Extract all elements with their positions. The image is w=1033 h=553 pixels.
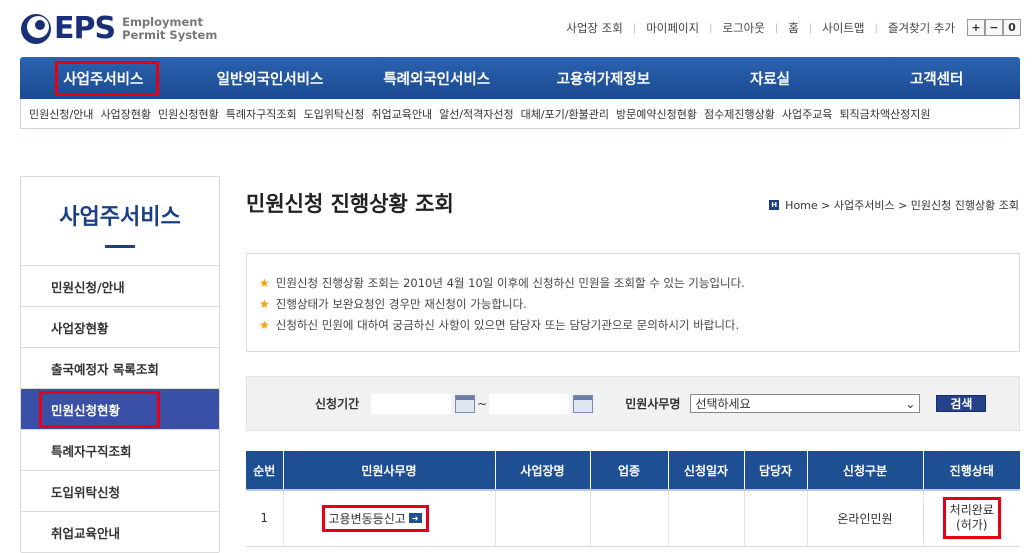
end-date-input[interactable] — [489, 393, 570, 414]
side-item-entrust-request[interactable]: 도입위탁신청 — [21, 471, 219, 512]
logo-subtitle: Employment Permit System — [122, 15, 218, 42]
subnav-item[interactable]: 사업장현황 — [100, 106, 151, 122]
star-icon: ★ — [259, 296, 270, 311]
logo-text: EPS — [54, 11, 116, 46]
zoom-in-button[interactable]: + — [967, 19, 985, 36]
table-row: 1 고용변동등신고 ➜ 온라인민원 처리완료 (허가) — [246, 490, 1020, 547]
notice-text: 민원신청 진행상황 조회는 2010년 4월 10일 이후에 신청하신 민원을 … — [275, 275, 745, 290]
col-type: 신청구분 — [807, 451, 924, 491]
search-button[interactable]: 검색 — [936, 395, 987, 412]
side-menu-title: 사업주서비스 — [21, 177, 219, 266]
highlight-box — [55, 61, 159, 96]
service-label: 민원사무명 — [625, 397, 681, 411]
cell-number: 1 — [246, 490, 284, 547]
side-item-training-guide[interactable]: 취업교육안내 — [21, 512, 219, 553]
nav-special-foreigner[interactable]: 특례외국인서비스 — [353, 57, 520, 99]
link-sitemap[interactable]: 사이트맵 — [822, 20, 864, 36]
eps-logo[interactable]: EPS Employment Permit System — [20, 10, 217, 48]
main-nav: 사업주서비스 일반외국인서비스 특례외국인서비스 고용허가제정보 자료실 고객센… — [20, 57, 1020, 99]
link-add-favorite[interactable]: 즐겨찾기 추가 — [888, 20, 955, 36]
cell-status: 처리완료 (허가) — [923, 490, 1020, 547]
page-title: 민원신청 진행상황 조회 — [246, 192, 454, 216]
link-company-search[interactable]: 사업장 조회 — [566, 20, 623, 36]
subnav-item[interactable]: 알선/적격자선정 — [439, 106, 514, 122]
col-status: 진행상태 — [923, 451, 1020, 491]
col-date: 신청일자 — [668, 451, 745, 491]
link-home[interactable]: 홈 — [788, 20, 799, 36]
period-label: 신청기간 — [315, 397, 360, 411]
subnav-item[interactable]: 점수제진행상황 — [704, 106, 775, 122]
side-menu: 사업주서비스 민원신청/안내 사업장현황 출국예정자 목록조회 민원신청현황 특… — [20, 176, 220, 553]
subnav-item[interactable]: 도입위탁신청 — [304, 106, 365, 122]
subnav-item[interactable]: 민원신청/안내 — [29, 106, 93, 122]
star-icon: ★ — [259, 317, 270, 332]
service-link[interactable]: 고용변동등신고 ➜ — [321, 504, 429, 532]
status-highlight: 처리완료 (허가) — [942, 497, 1001, 540]
nav-eps-info[interactable]: 고용허가제정보 — [520, 57, 687, 99]
zoom-reset-button[interactable]: 0 — [1003, 19, 1021, 36]
side-item-company-status[interactable]: 사업장현황 — [21, 307, 219, 348]
utility-links: 사업장 조회 | 마이페이지 | 로그아웃 | 홈 | 사이트맵 | 즐겨찾기 추가 — [566, 20, 955, 36]
calendar-icon[interactable] — [455, 394, 476, 413]
col-company: 사업장명 — [495, 451, 591, 491]
side-item-apply-guide[interactable]: 민원신청/안내 — [21, 266, 219, 307]
side-item-departure-list[interactable]: 출국예정자 목록조회 — [21, 348, 219, 389]
application-table: 순번 민원사무명 사업장명 업종 신청일자 담당자 신청구분 진행상태 1 고용… — [246, 451, 1020, 547]
col-industry: 업종 — [590, 451, 669, 491]
calendar-icon[interactable] — [573, 394, 594, 413]
cell-type: 온라인민원 — [807, 490, 924, 547]
breadcrumb: H Home > 사업주서비스 > 민원신청 진행상황 조회 — [769, 197, 1019, 213]
notice-text: 진행상태가 보완요청인 경우만 재신청이 가능합니다. — [275, 296, 527, 311]
cell-industry — [590, 490, 669, 547]
side-item-special-job-search[interactable]: 특례자구직조회 — [21, 430, 219, 471]
notice-text: 신청하신 민원에 대하여 궁금하신 사항이 있으면 담당자 또는 담당기관으로 … — [275, 317, 740, 332]
search-panel: 신청기간 ~ 민원사무명 선택하세요 ⌄ 검색 — [246, 376, 1020, 431]
cell-service: 고용변동등신고 ➜ — [283, 490, 496, 547]
service-select[interactable]: 선택하세요 ⌄ — [690, 394, 921, 413]
zoom-out-button[interactable]: − — [985, 19, 1003, 36]
link-logout[interactable]: 로그아웃 — [722, 20, 764, 36]
subnav-item[interactable]: 대체/포기/환불관리 — [521, 106, 609, 122]
nav-customer-center[interactable]: 고객센터 — [853, 57, 1020, 99]
col-number: 순번 — [246, 451, 284, 491]
cell-manager — [744, 490, 808, 547]
side-item-application-status[interactable]: 민원신청현황 — [21, 389, 219, 430]
tilde: ~ — [477, 396, 488, 411]
nav-resources[interactable]: 자료실 — [687, 57, 854, 99]
subnav-item[interactable]: 취업교육안내 — [371, 106, 432, 122]
col-manager: 담당자 — [744, 451, 808, 491]
eps-logo-icon — [20, 13, 52, 45]
subnav-item[interactable]: 특례자구직조회 — [226, 106, 297, 122]
chevron-down-icon: ⌄ — [905, 396, 916, 411]
table-header-row: 순번 민원사무명 사업장명 업종 신청일자 담당자 신청구분 진행상태 — [246, 451, 1020, 491]
highlight-box — [39, 391, 160, 428]
start-date-input[interactable] — [371, 393, 452, 414]
col-service: 민원사무명 — [283, 451, 496, 491]
nav-employer-service[interactable]: 사업주서비스 — [20, 57, 187, 99]
subnav-item[interactable]: 퇴직금차액산정지원 — [839, 106, 930, 122]
subnav-item[interactable]: 방문예약신청현황 — [616, 106, 697, 122]
home-icon: H — [769, 200, 780, 210]
star-icon: ★ — [259, 275, 270, 290]
link-mypage[interactable]: 마이페이지 — [646, 20, 699, 36]
cell-company — [495, 490, 591, 547]
zoom-controls: + − 0 — [967, 19, 1021, 36]
cell-date — [668, 490, 745, 547]
arrow-right-icon: ➜ — [408, 513, 422, 524]
subnav-item[interactable]: 민원신청현황 — [158, 106, 219, 122]
sub-nav: 민원신청/안내 사업장현황 민원신청현황 특례자구직조회 도입위탁신청 취업교육… — [20, 99, 1020, 129]
nav-general-foreigner[interactable]: 일반외국인서비스 — [187, 57, 354, 99]
notice-box: ★ 민원신청 진행상황 조회는 2010년 4월 10일 이후에 신청하신 민원을… — [246, 253, 1020, 352]
subnav-item[interactable]: 사업주교육 — [782, 106, 833, 122]
